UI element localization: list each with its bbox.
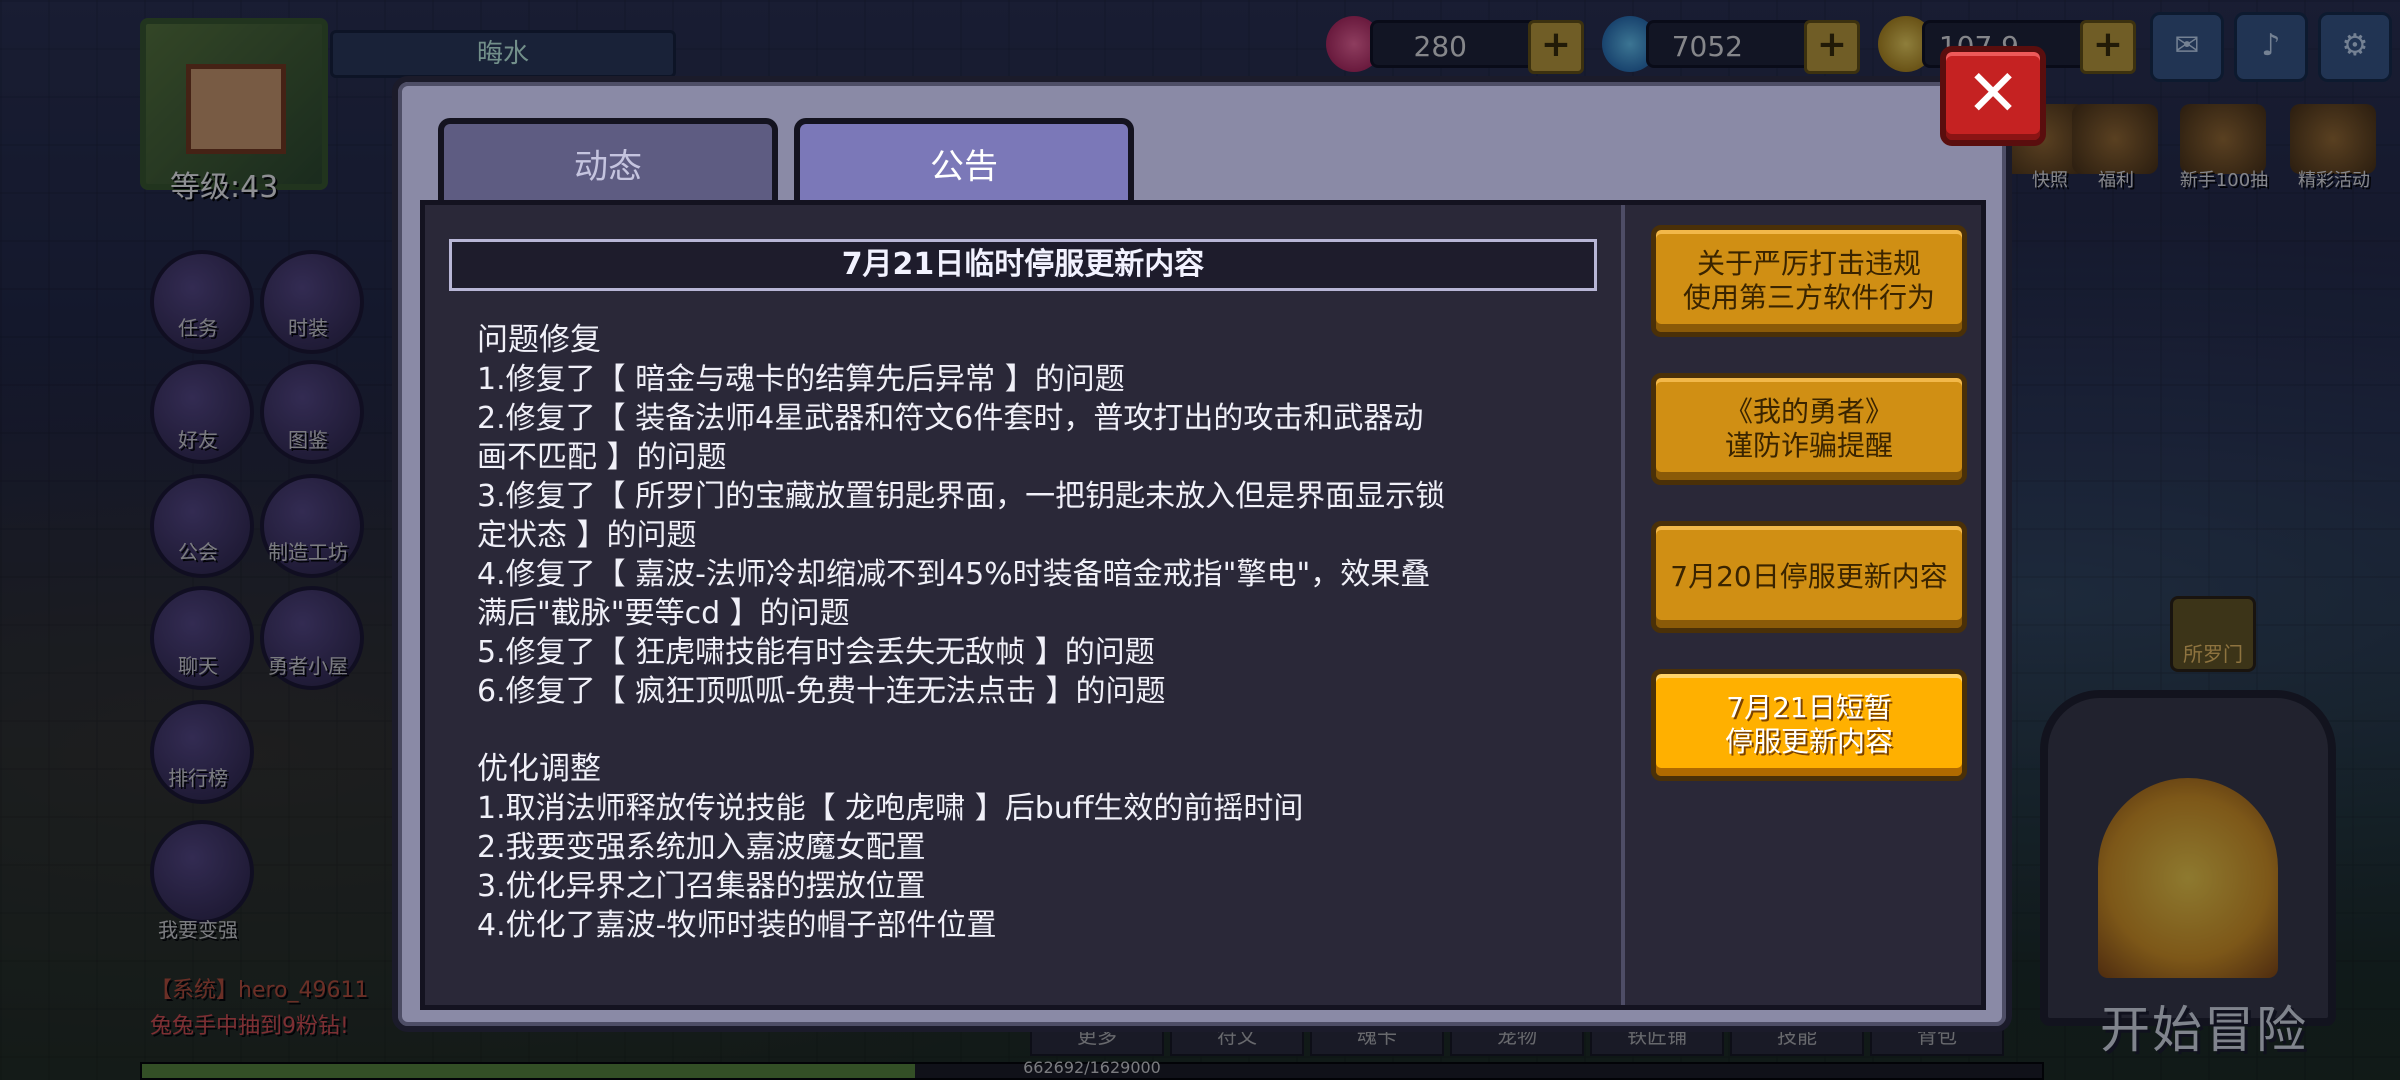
announcement-item-jul21-update[interactable]: 7月21日短暂 停服更新内容 [1651,669,1967,781]
announcement-line: 画不匹配 】的问题 [477,440,727,475]
announcement-line: 6.修复了【 疯狂顶呱呱-免费十连无法点击 】的问题 [477,674,1166,709]
announcement-line: 3.优化异界之门召集器的摆放位置 [477,869,926,904]
announcement-item-anti-cheat[interactable]: 关于严厉打击违规 使用第三方软件行为 [1651,225,1967,337]
announcement-line: 1.修复了【 暗金与魂卡的结算先后异常 】的问题 [477,362,1125,397]
announcement-line: 1.取消法师释放传说技能【 龙咆虎啸 】后buff生效的前摇时间 [477,791,1304,826]
announcement-line: 定状态 】的问题 [477,518,697,553]
announcement-title: 7月21日临时停服更新内容 [449,239,1597,291]
announcement-line: 2.修复了【 装备法师4星武器和符文6件套时，普攻打出的攻击和武器动 [477,401,1424,436]
tab-news[interactable]: 动态 [438,118,778,210]
announcement-section-heading: 优化调整 [477,751,601,787]
tab-announcements[interactable]: 公告 [794,118,1134,210]
announcement-line: 3.修复了【 所罗门的宝藏放置钥匙界面，一把钥匙未放入但是界面显示锁 [477,479,1446,514]
announcement-line: 5.修复了【 狂虎啸技能有时会丢失无敌帧 】的问题 [477,635,1155,670]
announcement-line: 满后"截脉"要等cd 】的问题 [477,596,850,631]
close-button[interactable]: ✕ [1940,46,2046,146]
announcement-content-pane[interactable]: 7月21日临时停服更新内容 问题修复 1.修复了【 暗金与魂卡的结算先后异常 】的… [425,205,1625,1005]
announcement-item-fraud-warning[interactable]: 《我的勇者》 谨防诈骗提醒 [1651,373,1967,485]
announcement-line: 4.修复了【 嘉波-法师冷却缩减不到45%时装备暗金戒指"擎电"，效果叠 [477,557,1431,592]
announcement-spacer [477,711,1587,750]
announcement-section-heading: 问题修复 [477,322,601,358]
announcement-line: 4.优化了嘉波-牧师时装的帽子部件位置 [477,908,997,943]
announcement-dialog: 动态 公告 7月21日临时停服更新内容 问题修复 1.修复了【 暗金与魂卡的结算先… [392,76,2012,1032]
dialog-content: 7月21日临时停服更新内容 问题修复 1.修复了【 暗金与魂卡的结算先后异常 】的… [420,200,1986,1010]
announcement-item-jul20-update[interactable]: 7月20日停服更新内容 [1651,521,1967,633]
announcement-line: 2.我要变强系统加入嘉波魔女配置 [477,830,926,865]
announcement-body: 问题修复 1.修复了【 暗金与魂卡的结算先后异常 】的问题 2.修复了【 装备法师4… [477,321,1587,945]
